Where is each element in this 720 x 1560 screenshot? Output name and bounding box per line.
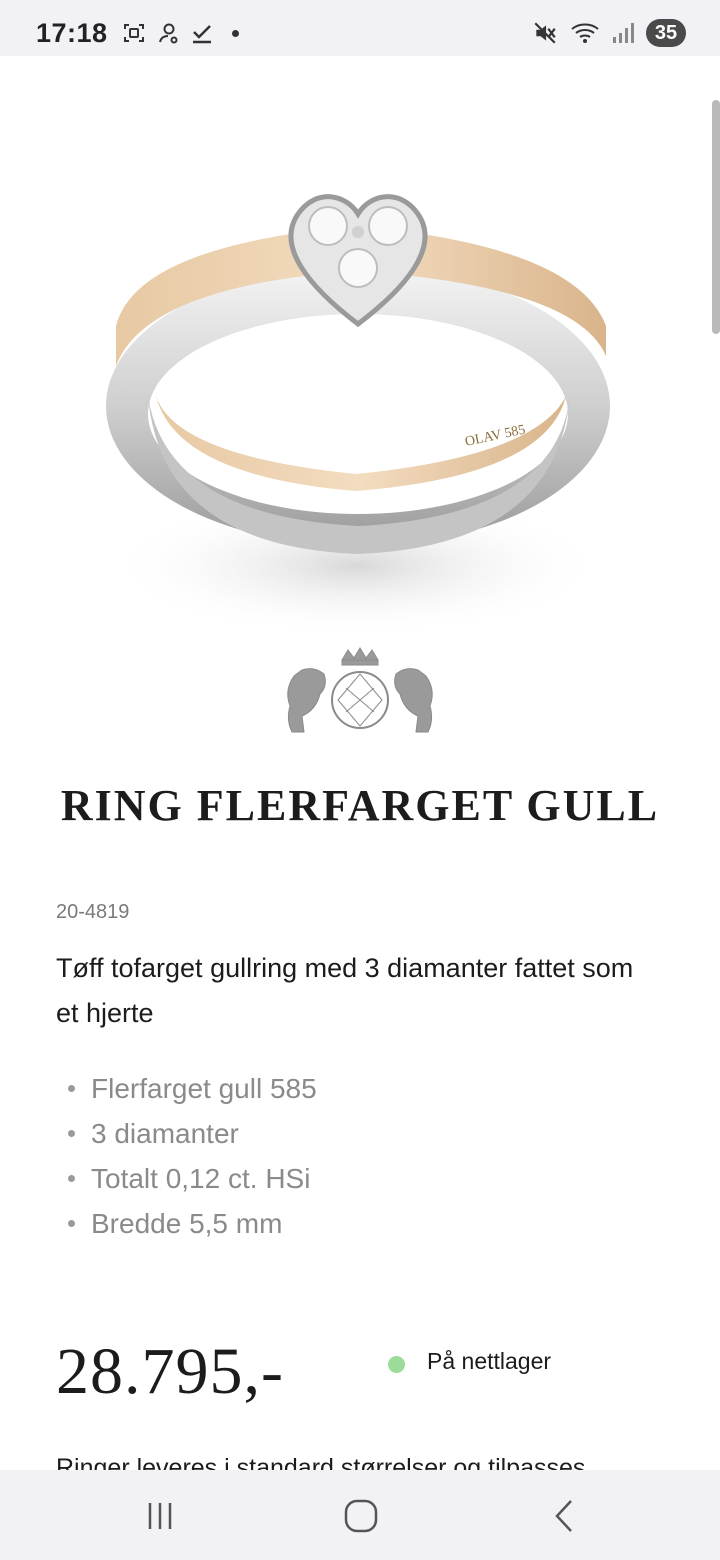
wifi-icon [571,23,599,43]
home-button[interactable] [331,1492,391,1540]
spec-item: 3 diamanter [56,1111,317,1156]
bullet-icon [68,1085,75,1092]
product-title: RING FLERFARGET GULL [60,781,660,830]
spec-text: Flerfarget gull 585 [91,1073,317,1104]
bullet-icon [68,1130,75,1137]
status-right: 35 [532,19,686,47]
battery-indicator: 35 [646,19,686,47]
product-description: Tøff tofarget gullring med 3 diamanter f… [56,953,634,1028]
contact-icon [158,23,178,44]
product-sku: 20-4819 [56,901,130,923]
stock-status: På nettlager [388,1348,551,1375]
spec-item: Flerfarget gull 585 [56,1066,317,1111]
scrollbar[interactable] [712,100,720,334]
product-page[interactable]: OLAV 585 RING FLERFARGET GULL 20-4819 Tø… [0,56,720,1470]
status-left-icons [122,21,239,45]
spec-text: 3 diamanter [91,1118,239,1149]
back-button[interactable] [534,1492,594,1540]
spec-item: Totalt 0,12 ct. HSi [56,1156,317,1201]
spec-text: Totalt 0,12 ct. HSi [91,1163,311,1194]
status-time: 17:18 [36,17,108,48]
notification-dot [231,29,239,37]
stock-status-text: På nettlager [427,1348,552,1374]
spec-item: Bredde 5,5 mm [56,1201,317,1246]
checkmark-icon [192,25,211,44]
bullet-icon [68,1175,75,1182]
size-note: Ringer leveres i standard størrelser og … [56,1454,586,1470]
brand-crest-logo [287,647,433,733]
back-icon [555,1500,572,1532]
screenshot-icon [123,24,144,42]
product-price: 28.795,- [56,1335,284,1408]
navigation-bar [0,1470,720,1560]
home-icon [344,1499,378,1533]
product-image[interactable]: OLAV 585 [76,96,636,656]
spec-text: Bredde 5,5 mm [91,1208,283,1239]
in-stock-dot-icon [388,1356,405,1373]
recent-apps-icon [148,1503,172,1529]
mute-icon [534,22,556,44]
recent-apps-button[interactable] [130,1492,190,1540]
signal-icon [613,23,634,43]
bullet-icon [68,1220,75,1227]
spec-list: Flerfarget gull 585 3 diamanter Totalt 0… [56,1066,317,1246]
